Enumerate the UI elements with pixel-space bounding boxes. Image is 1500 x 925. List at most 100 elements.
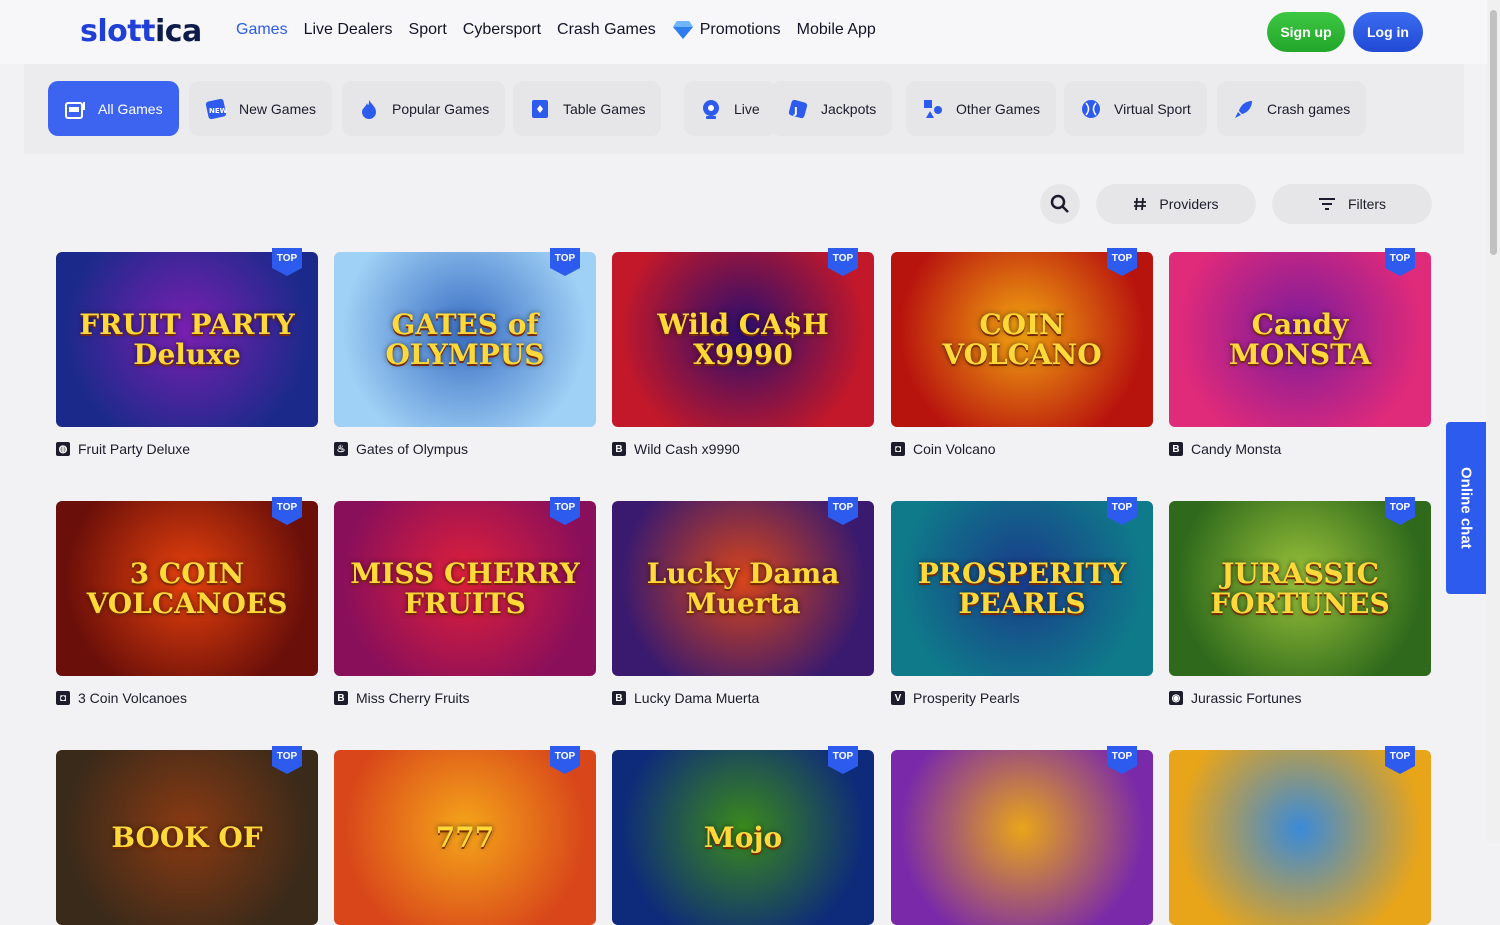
nav-promotions[interactable]: Promotions xyxy=(672,20,781,40)
game-card[interactable]: MISS CHERRY FRUITS TOP B Miss Cherry Fruits xyxy=(334,497,596,706)
game-card[interactable]: 3 COIN VOLCANOES TOP ◘ 3 Coin Volcanoes xyxy=(56,497,318,706)
nav-cybersport[interactable]: Cybersport xyxy=(463,20,541,40)
game-card[interactable]: FRUIT PARTY Deluxe TOP ◍ Fruit Party Deluxe xyxy=(56,248,318,457)
provider-icon: V xyxy=(891,691,905,705)
game-card[interactable]: Wild CA$H X9990 TOP B Wild Cash x9990 xyxy=(612,248,874,457)
top-badge: TOP xyxy=(1385,746,1415,774)
provider-icon: B xyxy=(334,691,348,705)
top-badge: TOP xyxy=(828,248,858,276)
top-badge-label: TOP xyxy=(832,502,854,513)
game-thumbnail[interactable]: 3 COIN VOLCANOES xyxy=(56,501,318,676)
category-new-games[interactable]: NEW New Games xyxy=(189,81,333,136)
game-thumbnail[interactable]: JURASSIC FORTUNES xyxy=(1169,501,1431,676)
game-title: Miss Cherry Fruits xyxy=(356,690,470,706)
game-title: Prosperity Pearls xyxy=(913,690,1020,706)
category-jackpots[interactable]: J Jackpots xyxy=(771,81,893,136)
game-caption[interactable]: B Wild Cash x9990 xyxy=(612,441,874,457)
category-label: Live xyxy=(734,100,760,117)
top-badge: TOP xyxy=(550,248,580,276)
game-card[interactable]: PROSPERITY PEARLS TOP V Prosperity Pearls xyxy=(891,497,1153,706)
hash-icon xyxy=(1134,197,1147,211)
nav-live-dealers[interactable]: Live Dealers xyxy=(304,20,393,40)
game-art-text: 777 xyxy=(435,820,495,854)
top-badge-label: TOP xyxy=(276,751,298,762)
logo[interactable]: slottica xyxy=(80,14,202,49)
fire-icon xyxy=(362,99,376,119)
game-card[interactable]: GATES of OLYMPUS TOP ♨ Gates of Olympus xyxy=(334,248,596,457)
game-card[interactable]: TOP xyxy=(891,746,1153,925)
game-card[interactable]: BOOK OF TOP xyxy=(56,746,318,925)
game-art-text: FRUIT PARTY Deluxe xyxy=(79,308,295,371)
top-badge: TOP xyxy=(1107,248,1137,276)
game-thumbnail[interactable]: MISS CHERRY FRUITS xyxy=(334,501,596,676)
game-caption[interactable]: B Lucky Dama Muerta xyxy=(612,690,874,706)
game-caption[interactable]: ◘ Coin Volcano xyxy=(891,441,1153,457)
game-art-text: MISS CHERRY FRUITS xyxy=(350,557,580,620)
game-card[interactable]: TOP xyxy=(1169,746,1431,925)
game-card[interactable]: 777 TOP xyxy=(334,746,596,925)
new-icon: NEW xyxy=(205,98,227,119)
game-thumbnail[interactable] xyxy=(891,750,1153,925)
filters-button[interactable]: Filters xyxy=(1272,184,1432,224)
game-thumbnail[interactable]: COIN VOLCANO xyxy=(891,252,1153,427)
game-caption[interactable]: B Miss Cherry Fruits xyxy=(334,690,596,706)
game-card[interactable]: JURASSIC FORTUNES TOP ◉ Jurassic Fortunes xyxy=(1169,497,1431,706)
login-button[interactable]: Log in xyxy=(1353,12,1423,52)
game-art-text: GATES of OLYMPUS xyxy=(385,308,545,371)
providers-button[interactable]: Providers xyxy=(1096,184,1256,224)
game-art-text: 3 COIN VOLCANOES xyxy=(86,557,288,620)
top-badge: TOP xyxy=(272,746,302,774)
logo-part-2: ica xyxy=(154,14,202,49)
game-caption[interactable]: V Prosperity Pearls xyxy=(891,690,1153,706)
nav-games[interactable]: Games xyxy=(236,20,288,40)
filters-label: Filters xyxy=(1347,196,1387,212)
game-caption[interactable]: ♨ Gates of Olympus xyxy=(334,441,596,457)
game-caption[interactable]: ◍ Fruit Party Deluxe xyxy=(56,441,318,457)
online-chat-button[interactable]: Online chat xyxy=(1446,422,1486,594)
category-live[interactable]: Live xyxy=(684,81,776,136)
category-all-games[interactable]: All Games xyxy=(48,81,179,136)
game-card[interactable]: Mojo TOP xyxy=(612,746,874,925)
top-badge: TOP xyxy=(272,248,302,276)
game-card[interactable]: COIN VOLCANO TOP ◘ Coin Volcano xyxy=(891,248,1153,457)
top-badge-label: TOP xyxy=(276,253,298,264)
nav-sport[interactable]: Sport xyxy=(409,20,447,40)
category-virtual-sport[interactable]: Virtual Sport xyxy=(1064,81,1207,136)
signup-button[interactable]: Sign up xyxy=(1267,12,1345,52)
game-thumbnail[interactable]: BOOK OF xyxy=(56,750,318,925)
category-crash-games[interactable]: Crash games xyxy=(1217,81,1367,136)
game-thumbnail[interactable]: Lucky Dama Muerta xyxy=(612,501,874,676)
game-thumbnail[interactable]: PROSPERITY PEARLS xyxy=(891,501,1153,676)
game-thumbnail[interactable] xyxy=(1169,750,1431,925)
game-art-text: COIN VOLCANO xyxy=(942,308,1102,371)
top-badge: TOP xyxy=(1385,497,1415,525)
top-badge-label: TOP xyxy=(1389,502,1411,513)
game-thumbnail[interactable]: FRUIT PARTY Deluxe xyxy=(56,252,318,427)
shapes-icon xyxy=(924,99,942,118)
game-card[interactable]: Candy MONSTA TOP B Candy Monsta xyxy=(1169,248,1431,457)
game-caption[interactable]: ◘ 3 Coin Volcanoes xyxy=(56,690,318,706)
category-popular-games[interactable]: Popular Games xyxy=(342,81,506,136)
slot-machine-icon xyxy=(65,101,85,119)
category-table-games[interactable]: Table Games xyxy=(513,81,662,136)
search-button[interactable] xyxy=(1040,184,1080,224)
game-thumbnail[interactable]: GATES of OLYMPUS xyxy=(334,252,596,427)
nav-crash-games[interactable]: Crash Games xyxy=(557,20,656,40)
provider-icon: ◘ xyxy=(56,691,70,705)
category-other-games[interactable]: Other Games xyxy=(906,81,1057,136)
nav-mobile-app[interactable]: Mobile App xyxy=(797,20,876,40)
svg-text:NEW: NEW xyxy=(209,107,227,115)
scrollbar-thumb[interactable] xyxy=(1490,10,1497,255)
game-thumbnail[interactable]: Wild CA$H X9990 xyxy=(612,252,874,427)
page-scrollbar[interactable] xyxy=(1487,0,1500,844)
jackpot-icon: J xyxy=(788,99,808,118)
top-badge-label: TOP xyxy=(554,502,576,513)
game-thumbnail[interactable]: Mojo xyxy=(612,750,874,925)
game-thumbnail[interactable]: Candy MONSTA xyxy=(1169,252,1431,427)
game-thumbnail[interactable]: 777 xyxy=(334,750,596,925)
game-card[interactable]: Lucky Dama Muerta TOP B Lucky Dama Muerta xyxy=(612,497,874,706)
game-title: Gates of Olympus xyxy=(356,441,469,457)
svg-text:J: J xyxy=(793,106,798,117)
game-caption[interactable]: B Candy Monsta xyxy=(1169,441,1431,457)
game-caption[interactable]: ◉ Jurassic Fortunes xyxy=(1169,690,1431,706)
